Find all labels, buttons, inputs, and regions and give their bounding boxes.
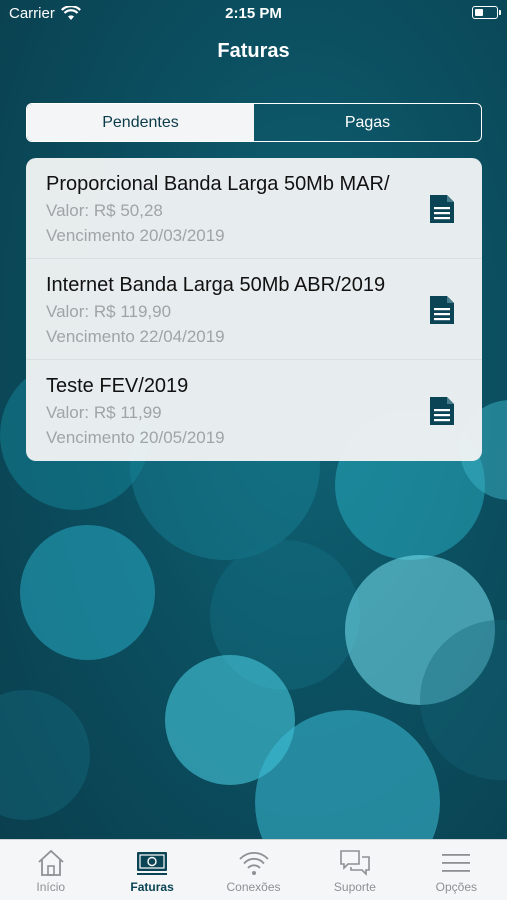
invoice-name: Teste FEV/2019 xyxy=(46,375,189,397)
segment-pagas[interactable]: Pagas xyxy=(254,104,481,141)
tab-label: Suporte xyxy=(333,880,376,894)
invoice-row[interactable]: Proporcional Banda Larga 50Mb MAR/ Valor… xyxy=(26,158,482,259)
invoice-value: Valor: R$ 50,28 xyxy=(46,201,163,220)
tab-label: Início xyxy=(36,880,66,894)
chat-icon xyxy=(340,850,370,876)
tab-conexoes[interactable]: Conexões xyxy=(203,840,304,900)
invoice-list: Proporcional Banda Larga 50Mb MAR/ Valor… xyxy=(26,158,482,461)
invoice-row[interactable]: Internet Banda Larga 50Mb ABR/2019 Valor… xyxy=(26,259,482,360)
menu-icon xyxy=(442,854,471,872)
document-icon[interactable] xyxy=(428,295,456,325)
invoice-value: Valor: R$ 119,90 xyxy=(46,302,172,321)
invoice-name: Internet Banda Larga 50Mb ABR/2019 xyxy=(46,274,386,296)
tab-opcoes[interactable]: Opções xyxy=(406,840,507,900)
invoice-row[interactable]: Teste FEV/2019 Valor: R$ 11,99 Venciment… xyxy=(26,360,482,461)
tab-suporte[interactable]: Suporte xyxy=(304,840,405,900)
wifi-icon xyxy=(238,852,269,875)
status-time: 2:15 PM xyxy=(225,5,282,22)
invoice-value: Valor: R$ 11,99 xyxy=(46,403,162,422)
document-icon[interactable] xyxy=(428,194,456,224)
invoice-due-date: Vencimento 20/03/2019 xyxy=(46,226,225,245)
page-title: Faturas xyxy=(217,40,290,62)
bill-icon xyxy=(137,852,168,875)
tab-label: Opções xyxy=(435,880,477,894)
battery-icon xyxy=(472,6,501,19)
status-bar: Carrier 2:15 PM xyxy=(0,0,507,28)
invoice-due-date: Vencimento 22/04/2019 xyxy=(46,327,225,346)
invoice-status-segmented-control: Pendentes Pagas xyxy=(26,103,482,142)
tab-label: Conexões xyxy=(226,880,281,894)
document-icon[interactable] xyxy=(428,396,456,426)
segment-pendentes[interactable]: Pendentes xyxy=(27,104,254,141)
tab-bar: Início Faturas Conexões Suporte Opções xyxy=(0,839,507,900)
home-icon xyxy=(38,849,64,876)
tab-faturas[interactable]: Faturas xyxy=(101,840,202,900)
invoice-due-date: Vencimento 20/05/2019 xyxy=(46,428,225,447)
invoice-name: Proporcional Banda Larga 50Mb MAR/ xyxy=(46,173,390,195)
tab-label: Faturas xyxy=(130,880,174,894)
tab-inicio[interactable]: Início xyxy=(0,840,101,900)
